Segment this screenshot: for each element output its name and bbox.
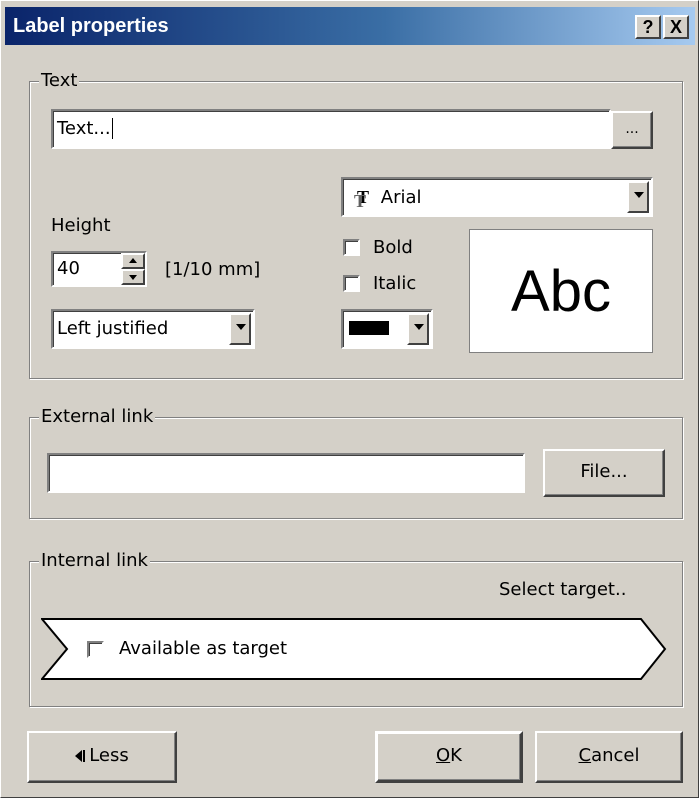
justification-dropdown-arrow-icon[interactable] xyxy=(229,313,251,345)
close-button[interactable]: X xyxy=(663,15,689,39)
window-title: Label properties xyxy=(13,15,169,37)
less-label: Less xyxy=(89,745,129,766)
available-as-target-checkbox[interactable] xyxy=(87,641,104,658)
cancel-button[interactable]: Cancel xyxy=(535,731,683,783)
browse-text-button[interactable]: ... xyxy=(611,111,653,149)
external-link-input[interactable] xyxy=(47,453,525,493)
help-button[interactable]: ? xyxy=(635,15,661,39)
less-button[interactable]: Less xyxy=(27,731,177,783)
font-preview: Abc xyxy=(469,229,653,353)
text-group-legend: Text xyxy=(39,70,80,91)
color-dropdown-arrow-icon[interactable] xyxy=(407,313,429,345)
height-spinner[interactable] xyxy=(121,253,145,285)
ok-mnemonic: O xyxy=(436,745,451,766)
ok-button[interactable]: OK xyxy=(375,731,523,783)
height-label: Height xyxy=(51,215,111,236)
label-text-value: Text... xyxy=(57,118,111,139)
height-value: 40 xyxy=(57,258,80,279)
color-picker[interactable] xyxy=(341,309,433,349)
italic-label: Italic xyxy=(373,273,417,294)
cancel-mnemonic: C xyxy=(578,745,592,766)
title-bar[interactable]: Label properties ? X xyxy=(5,7,695,45)
truetype-font-icon: TT xyxy=(354,187,370,211)
label-properties-dialog: Label properties ? X Text Text... ... TT… xyxy=(0,0,699,798)
font-name: Arial xyxy=(380,187,422,208)
italic-checkbox[interactable] xyxy=(343,275,360,292)
available-as-target-label: Available as target xyxy=(119,638,288,659)
ok-label: K xyxy=(450,745,462,766)
cancel-label: ancel xyxy=(591,745,640,766)
spin-down-icon[interactable] xyxy=(121,269,145,285)
font-select[interactable]: TT Arial xyxy=(341,177,653,217)
external-link-legend: External link xyxy=(39,406,156,427)
spin-up-icon[interactable] xyxy=(121,253,145,269)
bold-checkbox[interactable] xyxy=(343,239,360,256)
label-text-input[interactable]: Text... xyxy=(51,109,611,149)
justification-value: Left justified xyxy=(57,318,169,339)
less-arrow-bar xyxy=(83,750,86,762)
justification-select[interactable]: Left justified xyxy=(51,309,255,349)
select-target-link[interactable]: Select target.. xyxy=(499,579,626,601)
color-swatch xyxy=(349,321,389,335)
bold-label: Bold xyxy=(373,237,413,258)
file-button[interactable]: File... xyxy=(543,449,665,497)
less-arrow-icon xyxy=(75,750,83,762)
internal-link-legend: Internal link xyxy=(39,550,150,571)
font-dropdown-arrow-icon[interactable] xyxy=(627,181,649,213)
height-unit: [1/10 mm] xyxy=(165,259,261,280)
